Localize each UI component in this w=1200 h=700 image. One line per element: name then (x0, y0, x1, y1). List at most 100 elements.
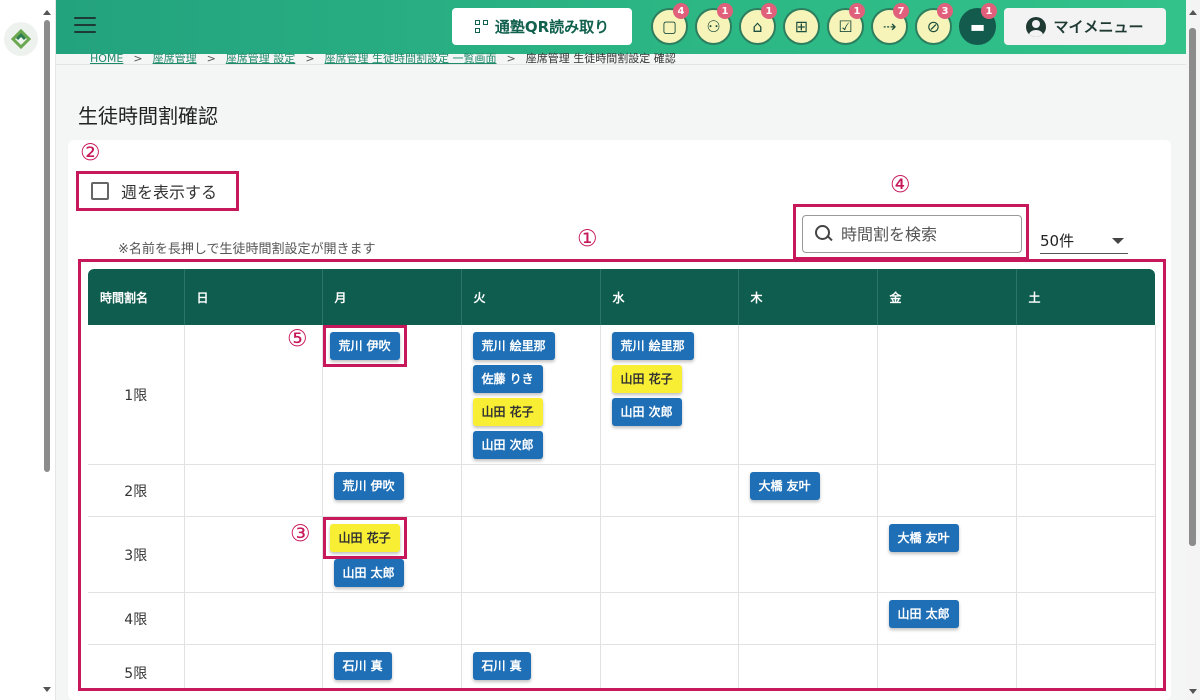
student-chip[interactable]: 荒川 伊吹 (333, 472, 404, 500)
page-scrollbar[interactable] (1186, 0, 1200, 700)
scroll-up-arrow-icon[interactable] (43, 10, 51, 15)
scrollbar-thumb[interactable] (1189, 28, 1196, 546)
app-logo[interactable] (4, 22, 38, 56)
qr-read-button[interactable]: 通塾QR読み取り (452, 8, 632, 45)
student-chip[interactable]: 大橋 友叶 (888, 524, 959, 552)
scroll-down-arrow-icon[interactable] (1189, 689, 1197, 694)
student-chip-highlight: 荒川 伊吹 (322, 325, 407, 367)
search-input[interactable] (841, 224, 1001, 244)
timetable-cell: 山田 太郎 (877, 592, 1017, 645)
my-menu-button[interactable]: マイメニュー (1004, 8, 1166, 45)
per-page-value: 50件 (1040, 232, 1075, 250)
dropdown-caret-icon (1112, 237, 1124, 244)
column-header: 日 (184, 269, 323, 325)
period-cell: 4限 (88, 592, 185, 645)
breadcrumb-separator: > (133, 52, 143, 64)
breadcrumb-separator: > (206, 52, 216, 64)
timetable-cell (738, 592, 878, 645)
student-chip[interactable]: 石川 真 (472, 652, 531, 680)
breadcrumb-seat-settings[interactable]: 座席管理 設定 (226, 52, 296, 64)
timetable-cell (1016, 592, 1156, 645)
scrollbar-thumb[interactable] (44, 20, 50, 472)
no-location-icon: ⊘ (926, 17, 941, 36)
timetable-highlight: 時間割名 日 月 火 水 木 金 土 1限 荒川 伊吹 荒川 絵里那 佐藤 りき 山田 … (78, 259, 1166, 691)
qr-read-label: 通塾QR読み取り (494, 18, 610, 36)
student-chip[interactable]: 山田 次郎 (611, 398, 682, 426)
week-toggle[interactable]: 週を表示する (76, 171, 239, 211)
no-location-button[interactable]: ⊘ 3 (915, 3, 953, 45)
table-row: 4限 山田 太郎 (88, 592, 1156, 645)
period-cell: 2限 (88, 464, 185, 517)
student-chip[interactable]: 山田 花子 (329, 524, 400, 552)
timetable-cell: 荒川 絵里那 山田 花子山田 次郎 (600, 325, 739, 465)
message-button[interactable]: ▢ 4 (651, 3, 689, 45)
student-chip[interactable]: 佐藤 りき (472, 365, 543, 393)
marker-1: ① (577, 226, 598, 252)
week-checkbox[interactable] (91, 182, 109, 200)
school-badge: 1 (761, 3, 777, 19)
timetable-cell: 山田 花子山田 太郎 (322, 516, 462, 593)
arrows-in-icon: ⇢ (882, 17, 897, 36)
timetable-cell (600, 464, 739, 517)
breadcrumb-home[interactable]: HOME (90, 52, 123, 64)
table-row: 5限 石川 真 石川 真 (88, 644, 1156, 688)
gift-button[interactable]: ⊞ (783, 8, 820, 45)
breadcrumb-timetable-list[interactable]: 座席管理 生徒時間割設定 一覧画面 (325, 52, 497, 64)
student-chip[interactable]: 山田 花子 (472, 398, 543, 426)
scroll-up-arrow-icon[interactable] (1189, 10, 1197, 15)
student-chip[interactable]: 石川 真 (333, 652, 392, 680)
table-row: 1限 荒川 伊吹 荒川 絵里那 佐藤 りき 山田 花子 山田 次郎 荒川 絵里那 山田 花子山… (88, 325, 1156, 465)
column-header: 月 (322, 269, 462, 325)
school-icon: ⌂ (752, 17, 763, 36)
timetable-cell: 大橋 友叶 (877, 516, 1017, 593)
column-header: 水 (600, 269, 739, 325)
my-menu-label: マイメニュー (1053, 18, 1144, 36)
breadcrumb-seat[interactable]: 座席管理 (153, 52, 197, 64)
timetable-cell: 石川 真 (461, 644, 601, 688)
chat-button[interactable]: ▬ 1 (959, 3, 997, 45)
period-cell: 5限 (88, 644, 185, 688)
marker-5: ⑤ (287, 326, 308, 352)
student-chip[interactable]: 山田 太郎 (888, 600, 959, 628)
breadcrumb-separator: > (506, 52, 516, 64)
scroll-down-arrow-icon[interactable] (43, 687, 51, 692)
student-chip[interactable]: 山田 次郎 (472, 431, 543, 459)
no-location-badge: 3 (937, 3, 953, 19)
timetable-cell: 荒川 伊吹 (322, 325, 462, 465)
account-circle-icon (1026, 16, 1047, 37)
arrows-in-button[interactable]: ⇢ 7 (871, 3, 909, 45)
checklist-button[interactable]: ☑ 1 (827, 3, 865, 45)
student-chip-highlight: 山田 花子 (322, 517, 407, 559)
left-scrollbar[interactable] (43, 10, 51, 692)
column-header: 金 (877, 269, 1017, 325)
table-row: 3限 山田 花子 山田 太郎 大橋 友叶 (88, 516, 1156, 593)
timetable-cell (1016, 325, 1156, 465)
hamburger-menu-icon[interactable] (74, 17, 96, 35)
student-chip[interactable]: 荒川 伊吹 (329, 332, 400, 360)
group-button[interactable]: ⚇ 1 (695, 3, 733, 45)
search-field[interactable] (802, 215, 1022, 253)
marker-3: ③ (290, 521, 311, 547)
timetable-cell (1016, 464, 1156, 517)
student-chip[interactable]: 山田 太郎 (333, 559, 404, 587)
per-page-select[interactable]: 50件 (1040, 228, 1128, 254)
timetable-cell (461, 464, 601, 517)
student-chip[interactable]: 山田 花子 (611, 365, 682, 393)
student-chip[interactable]: 荒川 絵里那 (472, 332, 555, 360)
qr-code-icon (474, 19, 489, 34)
student-chip[interactable]: 大橋 友叶 (749, 472, 820, 500)
timetable-cell (738, 325, 878, 465)
table-row: 2限 荒川 伊吹 大橋 友叶 (88, 464, 1156, 517)
school-button[interactable]: ⌂ 1 (739, 3, 777, 45)
timetable-cell (600, 592, 739, 645)
timetable-cell (184, 644, 323, 688)
timetable-cell (738, 644, 878, 688)
timetable-cell: 荒川 伊吹 (322, 464, 462, 517)
message-badge: 4 (673, 3, 689, 19)
breadcrumb-separator: > (305, 52, 315, 64)
top-bar: 通塾QR読み取り ▢ 4 ⚇ 1 ⌂ 1 ⊞ ☑ 1 ⇢ 7 ⊘ 3 ▬ 1 マ… (56, 0, 1186, 54)
timetable-cell (877, 464, 1017, 517)
checklist-badge: 1 (849, 3, 865, 19)
student-chip[interactable]: 荒川 絵里那 (611, 332, 694, 360)
left-rail (0, 0, 56, 700)
